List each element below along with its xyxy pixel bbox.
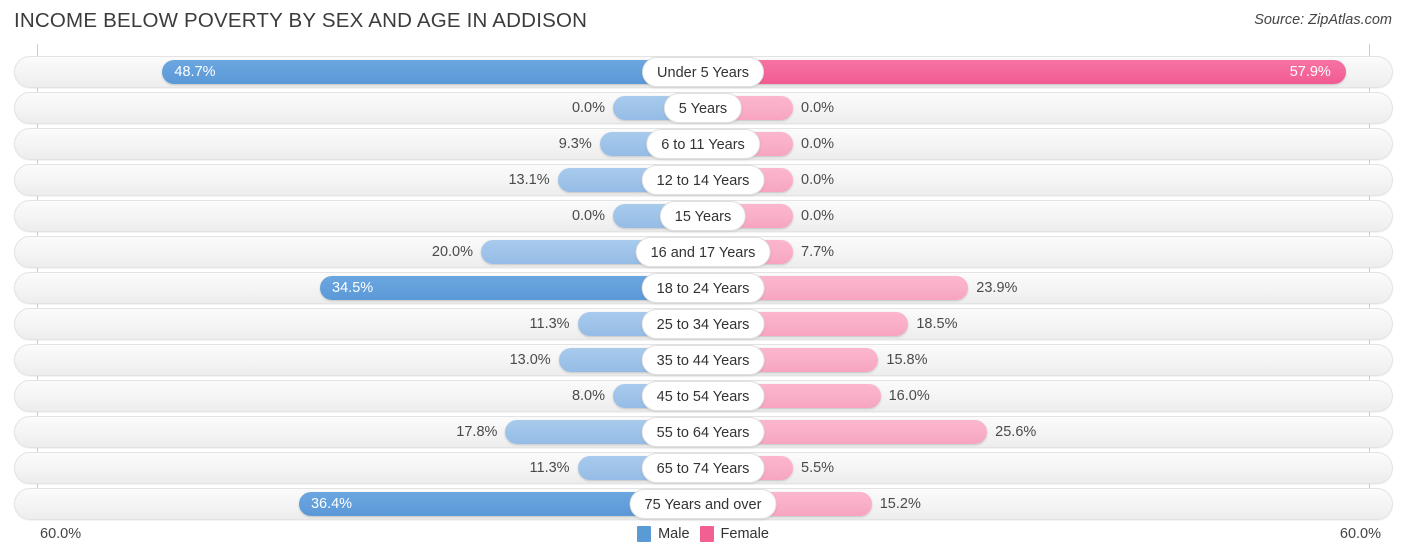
female-value-label: 15.8%: [886, 352, 928, 368]
male-value-label: 17.8%: [456, 424, 498, 440]
male-value-label: 34.5%: [332, 280, 374, 296]
category-label: 45 to 54 Years: [641, 381, 765, 411]
category-label: 35 to 44 Years: [641, 345, 765, 375]
table-row: 34.5% 23.9% 18 to 24 Years: [14, 272, 1393, 304]
male-value-label: 13.1%: [508, 172, 550, 188]
category-label: 75 Years and over: [629, 489, 777, 519]
table-row: 8.0% 16.0% 45 to 54 Years: [14, 380, 1393, 412]
male-value-label: 11.3%: [529, 316, 570, 332]
female-value-label: 0.0%: [801, 208, 835, 224]
category-label: Under 5 Years: [642, 57, 764, 87]
table-row: 20.0% 7.7% 16 and 17 Years: [14, 236, 1393, 268]
male-value-label: 9.3%: [558, 136, 592, 152]
category-label: 18 to 24 Years: [641, 273, 765, 303]
male-value-label: 0.0%: [571, 100, 605, 116]
source-attribution: Source: ZipAtlas.com: [1254, 12, 1392, 28]
table-row: 13.0% 15.8% 35 to 44 Years: [14, 344, 1393, 376]
category-label: 55 to 64 Years: [641, 417, 765, 447]
table-row: 9.3% 0.0% 6 to 11 Years: [14, 128, 1393, 160]
table-row: 0.0% 0.0% 5 Years: [14, 92, 1393, 124]
category-label: 6 to 11 Years: [646, 129, 760, 159]
table-row: 48.7% 57.9% Under 5 Years: [14, 56, 1393, 88]
category-label: 16 and 17 Years: [635, 237, 771, 267]
male-value-label: 11.3%: [529, 460, 570, 476]
female-value-label: 0.0%: [801, 136, 835, 152]
female-value-label: 57.9%: [1289, 64, 1331, 80]
female-value-label: 5.5%: [801, 460, 835, 476]
female-color-swatch-icon: [699, 526, 714, 542]
legend-label-male: Male: [658, 526, 690, 542]
table-row: 17.8% 25.6% 55 to 64 Years: [14, 416, 1393, 448]
female-value-label: 7.7%: [801, 244, 835, 260]
category-label: 12 to 14 Years: [641, 165, 765, 195]
category-label: 25 to 34 Years: [641, 309, 765, 339]
legend-label-female: Female: [720, 526, 769, 542]
category-label: 5 Years: [663, 93, 743, 123]
female-value-label: 0.0%: [801, 100, 835, 116]
legend-item-male[interactable]: Male: [637, 526, 690, 542]
female-value-label: 23.9%: [976, 280, 1018, 296]
chart-footer: 60.0% 60.0% Male Female: [0, 516, 1406, 559]
female-value-label: 0.0%: [801, 172, 835, 188]
table-row: 11.3% 18.5% 25 to 34 Years: [14, 308, 1393, 340]
table-row: 11.3% 5.5% 65 to 74 Years: [14, 452, 1393, 484]
category-label: 65 to 74 Years: [641, 453, 765, 483]
male-value-label: 0.0%: [571, 208, 605, 224]
category-label: 15 Years: [659, 201, 747, 231]
table-row: 0.0% 0.0% 15 Years: [14, 200, 1393, 232]
chart-legend: Male Female: [0, 526, 1406, 542]
female-value-label: 18.5%: [916, 316, 958, 332]
table-row: 13.1% 0.0% 12 to 14 Years: [14, 164, 1393, 196]
legend-item-female[interactable]: Female: [699, 526, 769, 542]
female-bar[interactable]: [703, 60, 1346, 84]
male-value-label: 20.0%: [431, 244, 473, 260]
page-title: INCOME BELOW POVERTY BY SEX AND AGE IN A…: [14, 9, 588, 32]
female-value-label: 25.6%: [995, 424, 1037, 440]
chart-header: INCOME BELOW POVERTY BY SEX AND AGE IN A…: [0, 0, 1406, 44]
male-value-label: 13.0%: [509, 352, 551, 368]
chart-plot-area: 48.7% 57.9% Under 5 Years 0.0% 0.0% 5 Years 9.…: [0, 44, 1406, 520]
female-value-label: 16.0%: [888, 388, 930, 404]
male-value-label: 8.0%: [571, 388, 605, 404]
male-value-label: 48.7%: [174, 64, 216, 80]
male-bar[interactable]: [162, 60, 703, 84]
male-color-swatch-icon: [637, 526, 652, 542]
